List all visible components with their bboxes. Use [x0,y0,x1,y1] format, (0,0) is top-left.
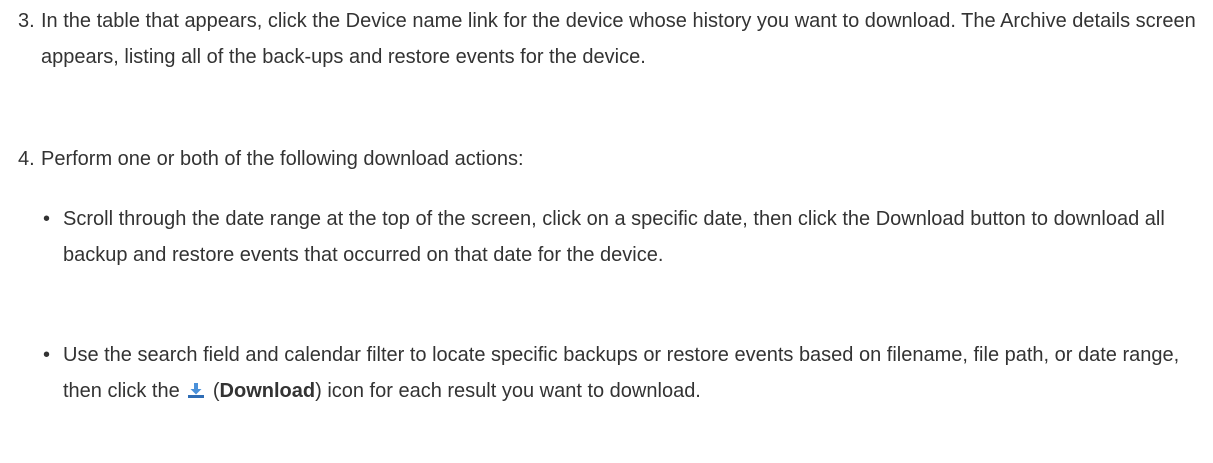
document-body: 3. In the table that appears, click the … [0,0,1213,463]
bullet-text: Scroll through the date range at the top… [63,208,1165,266]
download-icon [187,374,205,398]
bullet-text: Use the search field and calendar filter… [63,337,1183,409]
bullet-text-after: icon for each result you want to downloa… [327,380,701,402]
bullet-symbol: • [43,208,51,230]
step-text: In the table that appears, click the Dev… [41,10,1196,68]
step-number: 3. [18,10,35,32]
step-text: Perform one or both of the following dow… [41,148,524,170]
bullet-symbol: • [43,344,51,366]
download-label: Download [219,380,316,402]
close-paren: ) [315,380,322,402]
open-paren: ( [212,380,220,402]
step-number: 4. [18,148,35,170]
